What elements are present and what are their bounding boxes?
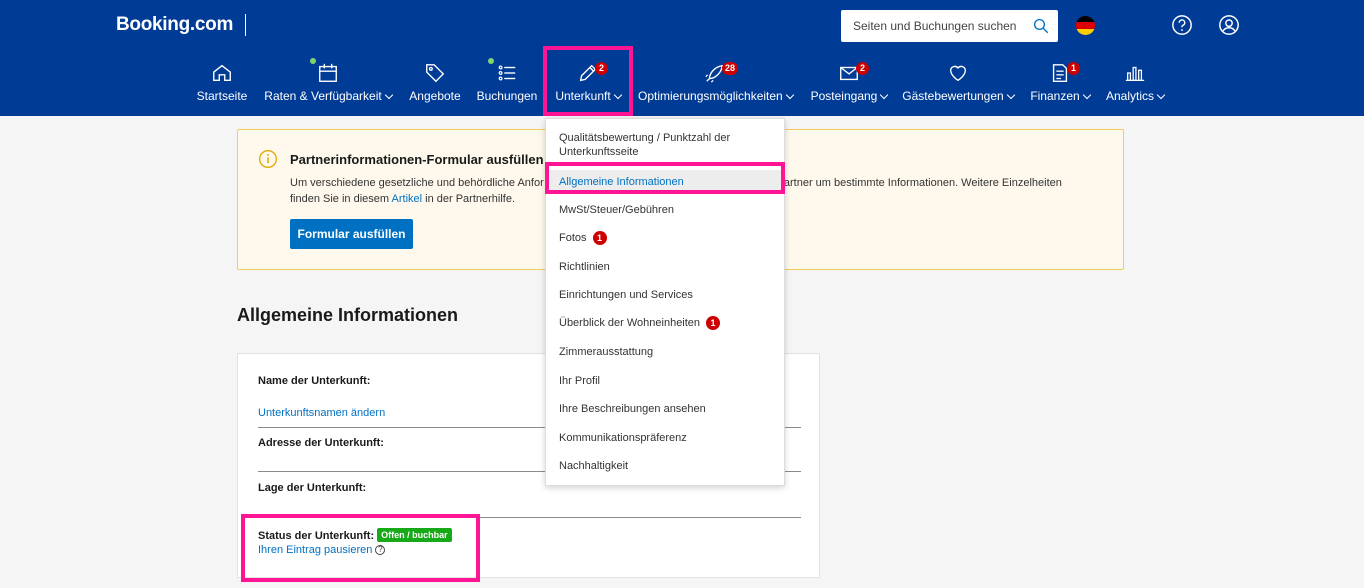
tag-icon xyxy=(426,64,445,83)
calendar-icon xyxy=(319,63,337,82)
page-title: Allgemeine Informationen xyxy=(237,305,459,325)
menu-item-kommunikationspraeferenz[interactable]: Kommunikationspräferenz xyxy=(559,431,774,445)
nav-label: Startseite xyxy=(196,89,248,103)
status-row: Status der Unterkunft: Offen / buchbar xyxy=(258,528,452,542)
notification-badge: 2 xyxy=(856,62,869,75)
chevron-down-icon xyxy=(384,90,393,100)
alert-text: finden Sie in diesem xyxy=(290,193,392,205)
search-icon[interactable] xyxy=(1032,17,1050,35)
notification-badge: 2 xyxy=(595,62,608,75)
nav-label: Raten & Verfügbarkeit xyxy=(264,89,382,103)
status-label: Status der Unterkunft: xyxy=(258,530,375,542)
address-label: Adresse der Unterkunft: xyxy=(258,437,384,449)
menu-item-ueberblick-wohneinheiten[interactable]: Überblick der Wohneinheiten 1 xyxy=(559,316,774,330)
list-icon xyxy=(498,65,516,81)
menu-item-label: Fotos xyxy=(559,232,587,244)
home-icon xyxy=(213,64,231,82)
alert-text: in der Partnerhilfe. xyxy=(422,193,516,205)
logo-divider xyxy=(245,14,246,36)
unterkunft-dropdown-menu: Qualitätsbewertung / Punktzahl der Unter… xyxy=(545,118,785,486)
alert-text: Um verschiedene gesetzliche und behördli… xyxy=(290,177,544,189)
menu-item-mwst-steuer-gebuehren[interactable]: MwSt/Steuer/Gebühren xyxy=(559,203,774,217)
nav-finanzen[interactable]: 1 Finanzen xyxy=(1024,58,1096,110)
menu-item-ihr-profil[interactable]: Ihr Profil xyxy=(559,374,774,388)
nav-raten-verfuegbarkeit[interactable]: Raten & Verfügbarkeit xyxy=(262,58,394,110)
german-flag-icon[interactable] xyxy=(1076,16,1095,35)
menu-item-fotos[interactable]: Fotos 1 xyxy=(559,231,774,245)
nav-unterkunft[interactable]: 2 Unterkunft xyxy=(548,58,628,110)
nav-analytics[interactable]: Analytics xyxy=(1104,58,1166,110)
info-icon xyxy=(259,150,277,168)
menu-item-beschreibungen-ansehen[interactable]: Ihre Beschreibungen ansehen xyxy=(559,402,774,416)
chevron-down-icon xyxy=(1006,90,1015,100)
nav-label: Analytics xyxy=(1105,89,1155,103)
menu-item-allgemeine-informationen[interactable]: Allgemeine Informationen xyxy=(559,175,774,189)
nav-startseite[interactable]: Startseite xyxy=(192,58,252,110)
nav-label: Gästebewertungen xyxy=(902,89,1004,103)
pause-listing-row: Ihren Eintrag pausieren? xyxy=(258,544,386,556)
nav-label: Finanzen xyxy=(1030,89,1080,103)
help-icon[interactable] xyxy=(1171,14,1193,36)
nav-label: Optimierungsmöglichkeiten xyxy=(638,89,783,103)
menu-item-zimmerausstattung[interactable]: Zimmerausstattung xyxy=(559,345,774,359)
notification-badge: 1 xyxy=(706,316,721,330)
pause-listing-link[interactable]: Ihren Eintrag pausieren xyxy=(258,544,372,556)
nav-label: Buchungen xyxy=(476,89,538,103)
chevron-down-icon xyxy=(1156,90,1166,100)
nav-buchungen[interactable]: Buchungen xyxy=(476,58,538,110)
new-indicator-dot xyxy=(310,58,316,64)
nav-posteingang[interactable]: 2 Posteingang xyxy=(806,58,892,110)
divider xyxy=(258,517,801,518)
nav-optimierungsmoeglichkeiten[interactable]: 28 Optimierungsmöglichkeiten xyxy=(638,58,794,110)
top-navigation-bar: Booking.com Startseite Raten & Verfügbar… xyxy=(0,0,1364,116)
menu-item-label: Überblick der Wohneinheiten xyxy=(559,317,701,329)
chevron-down-icon xyxy=(613,90,622,100)
alert-text: partner um bestimmte Informationen. Weit… xyxy=(777,177,1062,189)
chevron-down-icon xyxy=(1082,90,1091,100)
bar-chart-icon xyxy=(1125,66,1145,81)
menu-item-einrichtungen-services[interactable]: Einrichtungen und Services xyxy=(559,288,774,302)
property-name-label: Name der Unterkunft: xyxy=(258,375,371,387)
notification-badge: 28 xyxy=(722,62,739,75)
location-label: Lage der Unterkunft: xyxy=(258,482,367,494)
chevron-down-icon xyxy=(880,90,889,100)
heart-icon xyxy=(949,65,967,82)
nav-angebote[interactable]: Angebote xyxy=(404,58,466,110)
chevron-down-icon xyxy=(785,90,794,100)
nav-label: Angebote xyxy=(409,89,461,103)
booking-logo[interactable]: Booking.com xyxy=(116,14,233,36)
notification-badge: 1 xyxy=(1067,62,1080,75)
menu-item-qualitaetsbewertung[interactable]: Qualitätsbewertung / Punktzahl der Unter… xyxy=(559,131,774,159)
status-badge: Offen / buchbar xyxy=(377,528,452,542)
notification-badge: 1 xyxy=(592,231,607,245)
nav-gaestebewertungen[interactable]: Gästebewertungen xyxy=(900,58,1016,110)
alert-title: Partnerinformationen-Formular ausfüllen xyxy=(290,152,544,167)
article-link[interactable]: Artikel xyxy=(392,193,423,205)
help-icon[interactable]: ? xyxy=(375,545,386,555)
menu-item-richtlinien[interactable]: Richtlinien xyxy=(559,260,774,274)
account-icon[interactable] xyxy=(1218,14,1240,36)
fill-form-button[interactable]: Formular ausfüllen xyxy=(290,219,413,249)
change-name-link[interactable]: Unterkunftsnamen ändern xyxy=(258,407,385,419)
search-input[interactable] xyxy=(841,10,1031,42)
nav-label: Unterkunft xyxy=(555,89,611,103)
nav-label: Posteingang xyxy=(810,89,878,103)
new-indicator-dot xyxy=(488,58,494,64)
menu-item-nachhaltigkeit[interactable]: Nachhaltigkeit xyxy=(559,459,774,473)
search-box xyxy=(841,10,1058,42)
